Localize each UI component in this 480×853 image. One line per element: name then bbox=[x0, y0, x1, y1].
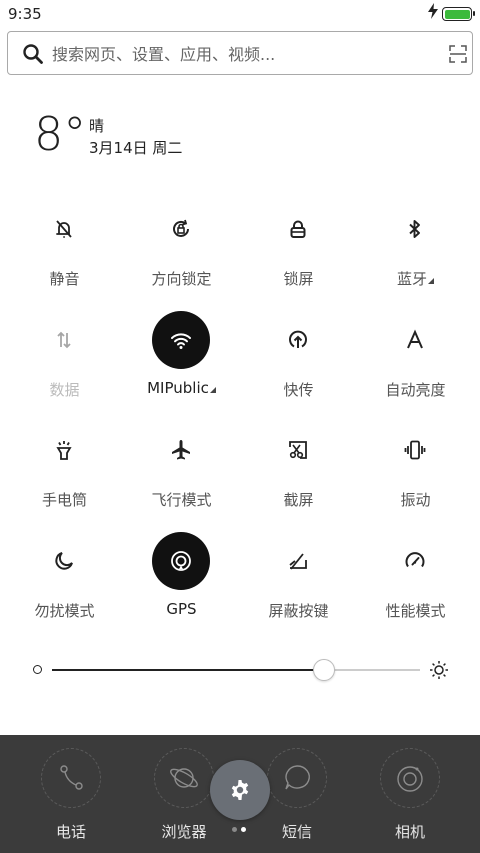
toggle-label: GPS bbox=[166, 600, 197, 618]
toggle-auto-brightness[interactable]: 自动亮度 bbox=[357, 311, 474, 411]
toggle-label: 截屏 bbox=[283, 491, 314, 509]
toggle-label: MIPublic bbox=[123, 379, 240, 397]
speedometer-icon bbox=[405, 552, 425, 568]
toggle-label: 勿扰模式 bbox=[34, 602, 95, 620]
status-time: 9:35 bbox=[8, 5, 42, 23]
toggle-label: 性能模式 bbox=[385, 602, 446, 620]
dock-app-phone[interactable]: 电话 bbox=[21, 735, 121, 853]
wifi-icon bbox=[171, 333, 191, 349]
scan-icon[interactable] bbox=[449, 45, 467, 63]
brightness-low-icon bbox=[33, 665, 42, 674]
settings-button[interactable] bbox=[210, 760, 270, 820]
sun-icon bbox=[430, 661, 448, 679]
flashlight-icon bbox=[56, 441, 72, 460]
search-icon bbox=[23, 44, 43, 64]
toggle-label: 屏蔽按键 bbox=[268, 602, 329, 620]
toggle-screenshot[interactable]: 截屏 bbox=[240, 421, 357, 521]
search-bar[interactable] bbox=[7, 31, 473, 75]
toggle-lock-screen[interactable]: 锁屏 bbox=[240, 200, 357, 300]
toggle-label: 锁屏 bbox=[283, 270, 314, 288]
weather-condition: 晴 bbox=[89, 117, 105, 135]
quick-transfer-icon bbox=[289, 330, 307, 348]
brightness-slider[interactable] bbox=[32, 657, 450, 683]
camera-icon bbox=[397, 766, 423, 792]
toggle-label: 手电筒 bbox=[41, 491, 87, 509]
toggle-silent[interactable]: 静音 bbox=[6, 200, 123, 300]
toggle-vibrate[interactable]: 振动 bbox=[357, 421, 474, 521]
auto-brightness-icon bbox=[407, 329, 423, 349]
lock-icon bbox=[290, 220, 306, 238]
rotation-lock-icon bbox=[173, 219, 189, 237]
toggle-label: 自动亮度 bbox=[385, 381, 446, 399]
browser-planet-icon bbox=[170, 768, 198, 788]
bell-off-icon bbox=[56, 220, 72, 238]
toggle-bluetooth[interactable]: 蓝牙 bbox=[357, 200, 474, 300]
toggle-gps[interactable]: GPS bbox=[123, 532, 240, 632]
gear-icon bbox=[231, 780, 249, 800]
vibrate-icon bbox=[404, 440, 426, 460]
message-bubble-icon bbox=[285, 765, 310, 790]
toggle-performance-mode[interactable]: 性能模式 bbox=[357, 532, 474, 632]
page-dot-active bbox=[241, 827, 246, 832]
toggle-mobile-data[interactable]: 数据 bbox=[6, 311, 123, 411]
dock-app-label: 浏览器 bbox=[161, 823, 207, 841]
bolt-icon bbox=[428, 3, 438, 23]
toggle-airplane[interactable]: 飞行模式 bbox=[123, 421, 240, 521]
expand-caret-icon[interactable] bbox=[428, 278, 434, 284]
brightness-track[interactable] bbox=[52, 669, 420, 671]
toggle-wifi[interactable]: MIPublic bbox=[123, 311, 240, 411]
page-indicator bbox=[232, 827, 248, 833]
page-dot bbox=[232, 827, 237, 832]
toggle-label: 快传 bbox=[283, 381, 314, 399]
toggle-block-keys[interactable]: 屏蔽按键 bbox=[240, 532, 357, 632]
dock-app-label: 电话 bbox=[55, 823, 86, 841]
toggle-quick-transfer[interactable]: 快传 bbox=[240, 311, 357, 411]
toggle-label: 振动 bbox=[400, 491, 431, 509]
toggle-label: 方向锁定 bbox=[151, 270, 212, 288]
search-input[interactable] bbox=[52, 40, 432, 68]
toggle-rotation-lock[interactable]: 方向锁定 bbox=[123, 200, 240, 300]
weather-temperature: 8° bbox=[34, 107, 87, 161]
phone-icon bbox=[60, 765, 83, 790]
brightness-thumb[interactable] bbox=[313, 659, 336, 681]
dock-app-label: 短信 bbox=[281, 823, 312, 841]
bluetooth-icon bbox=[409, 220, 420, 238]
screenshot-icon bbox=[289, 441, 307, 459]
toggle-label: 静音 bbox=[49, 270, 80, 288]
toggle-do-not-disturb[interactable]: 勿扰模式 bbox=[6, 532, 123, 632]
moon-icon bbox=[55, 552, 73, 570]
dock-app-camera[interactable]: 相机 bbox=[360, 735, 460, 853]
status-bar: 9:35 bbox=[0, 0, 480, 28]
toggle-flashlight[interactable]: 手电筒 bbox=[6, 421, 123, 521]
dock-app-label: 相机 bbox=[394, 823, 425, 841]
battery-icon bbox=[442, 7, 475, 21]
weather-date: 3月14日 周二 bbox=[89, 139, 183, 157]
airplane-icon bbox=[172, 440, 190, 460]
toggle-label: 蓝牙 bbox=[357, 268, 474, 289]
gps-icon bbox=[171, 551, 191, 571]
toggle-label: 数据 bbox=[49, 381, 80, 399]
block-keys-icon bbox=[289, 553, 307, 570]
mobile-data-icon bbox=[57, 331, 71, 349]
expand-caret-icon[interactable] bbox=[209, 387, 216, 393]
toggle-label: 飞行模式 bbox=[151, 491, 212, 509]
